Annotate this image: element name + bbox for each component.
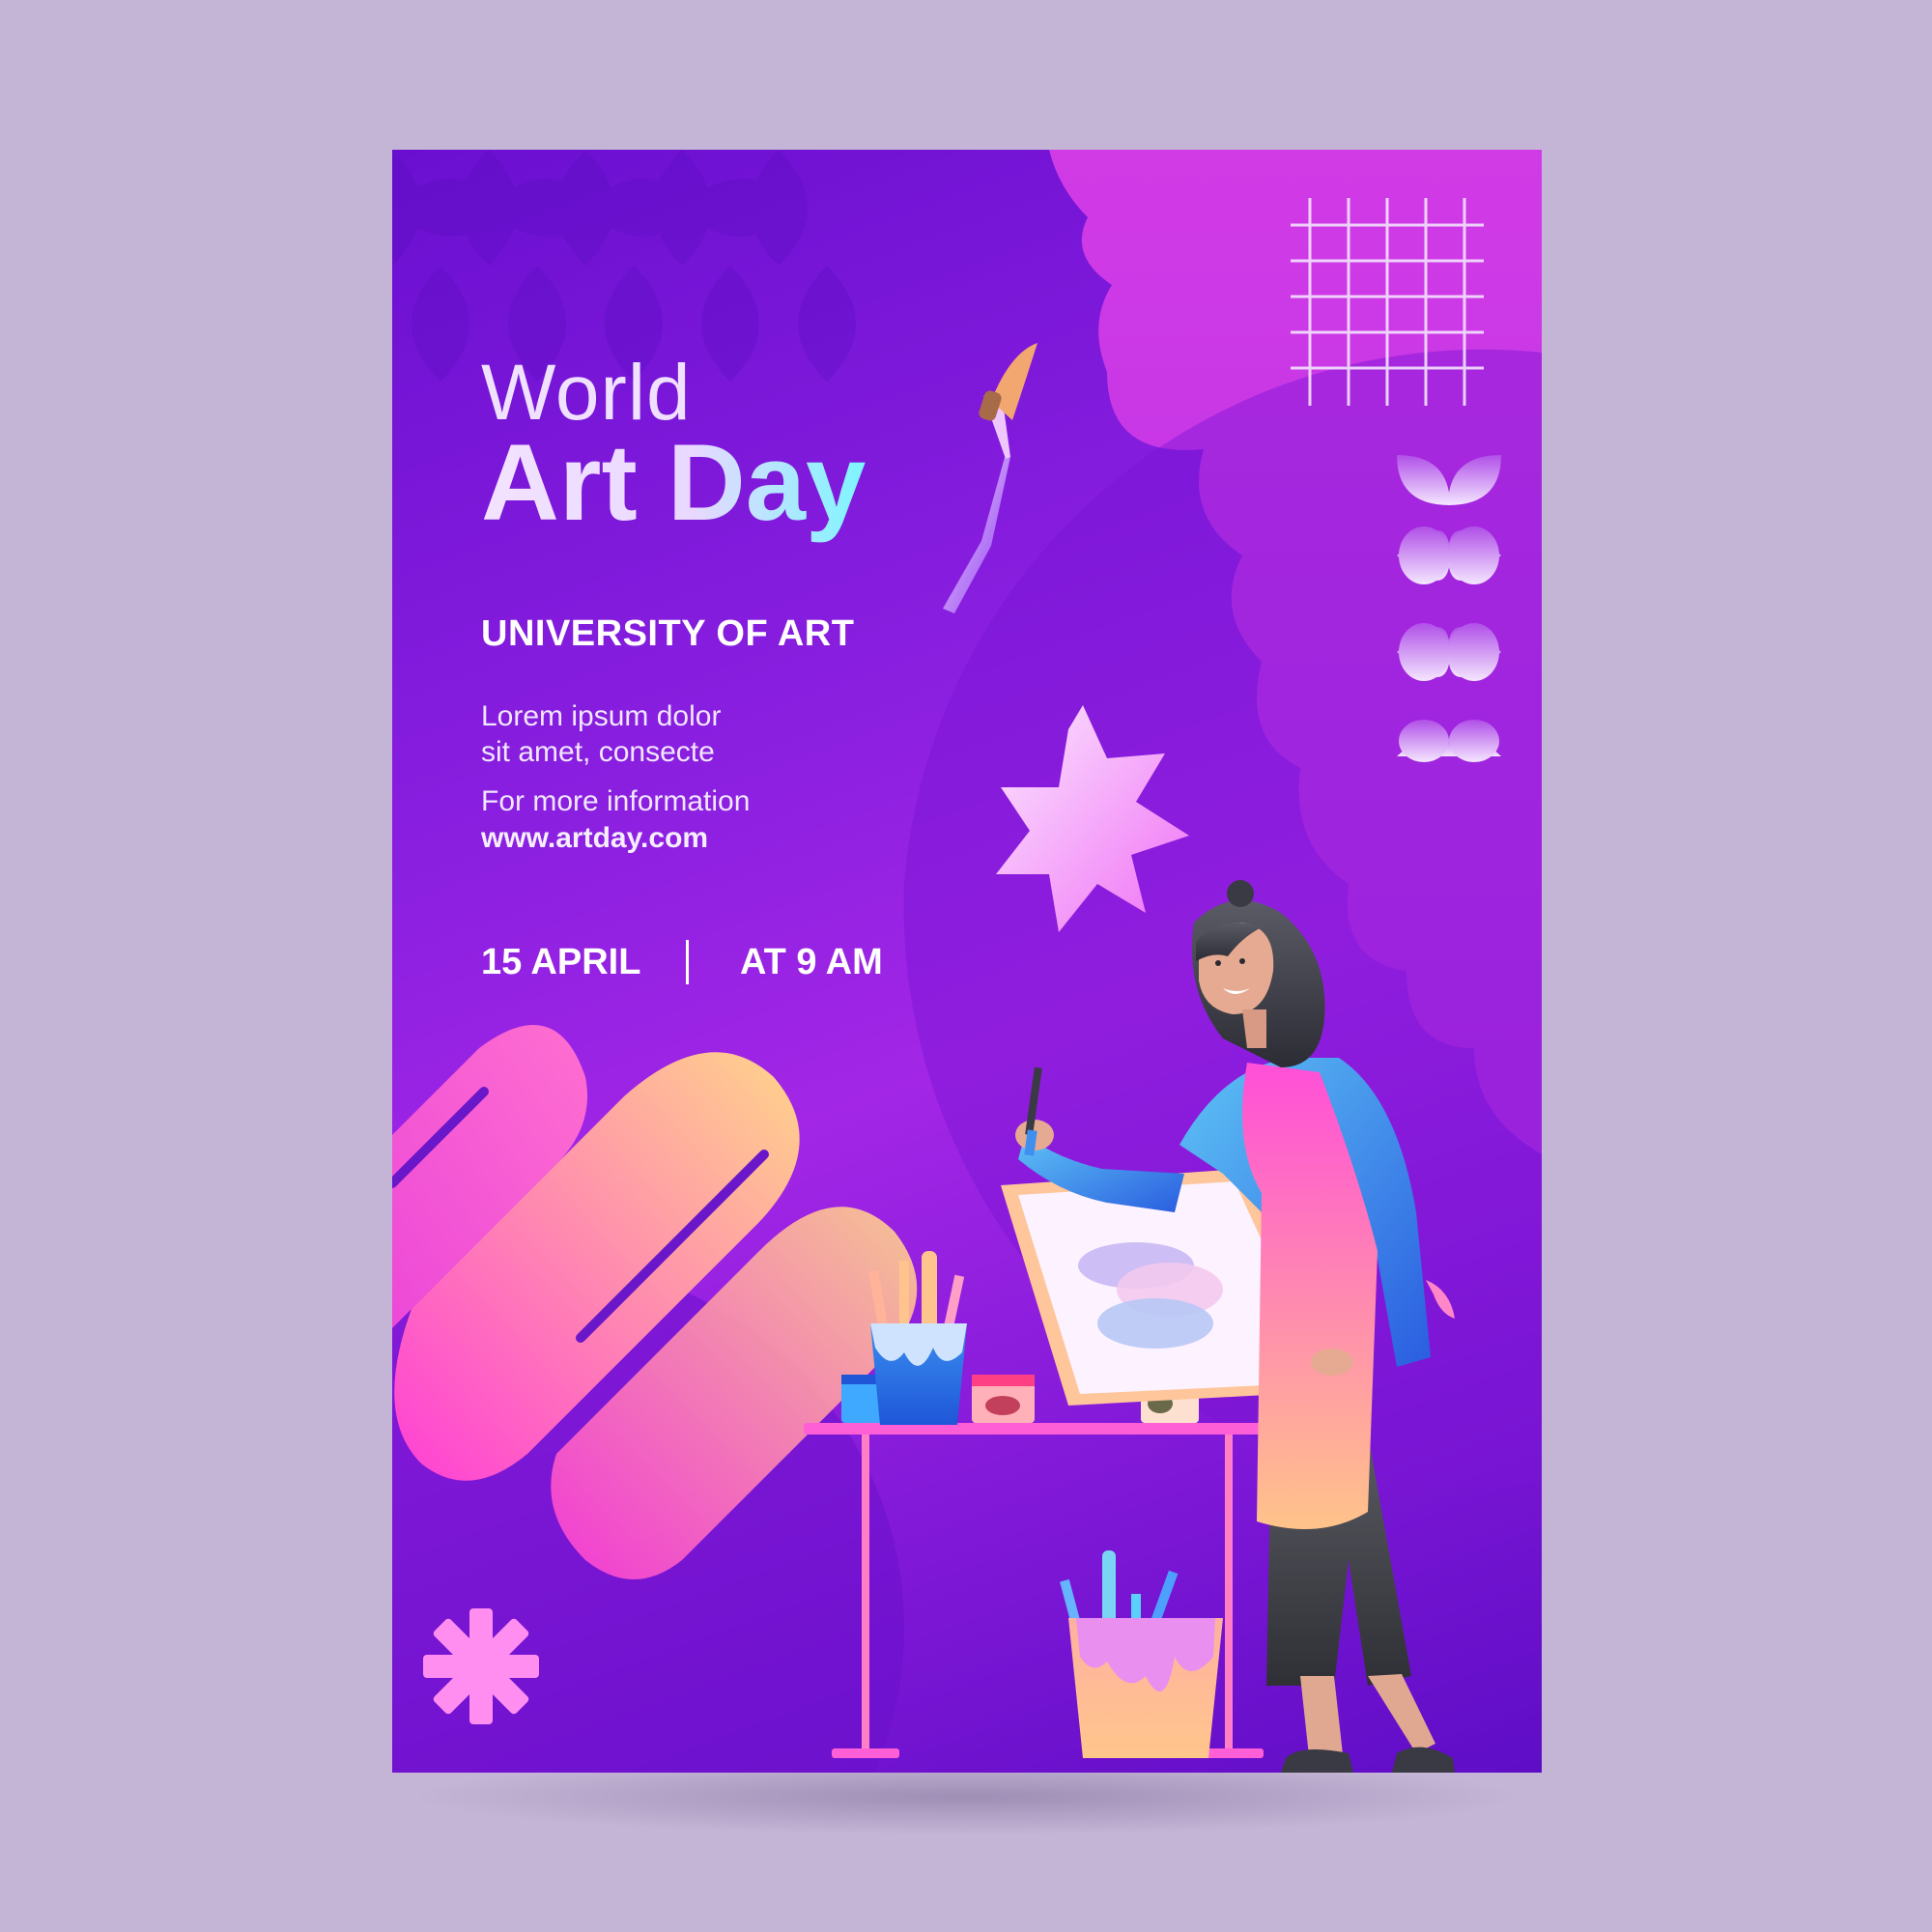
event-date: 15 APRIL: [481, 942, 641, 982]
date-time-separator: [686, 940, 689, 984]
asterisk-icon: [423, 1608, 539, 1724]
leaf-pattern: [392, 150, 856, 382]
event-poster: World Art Day UNIVERSITY OF ART Lorem ip…: [392, 150, 1542, 1773]
paint-bucket: [1060, 1550, 1223, 1758]
description-line-1: Lorem ipsum dolor: [481, 700, 722, 732]
title-line-2: Art Day: [481, 422, 867, 543]
description-text: Lorem ipsum dolor sit amet, consecte: [481, 698, 721, 770]
description-line-2: sit amet, consecte: [481, 736, 715, 768]
info-label: For more information: [481, 785, 751, 817]
paint-jar-red: [972, 1375, 1035, 1423]
organizer-name: UNIVERSITY OF ART: [481, 613, 855, 654]
event-time: AT 9 AM: [740, 942, 883, 982]
website-link[interactable]: www.artday.com: [481, 822, 708, 855]
